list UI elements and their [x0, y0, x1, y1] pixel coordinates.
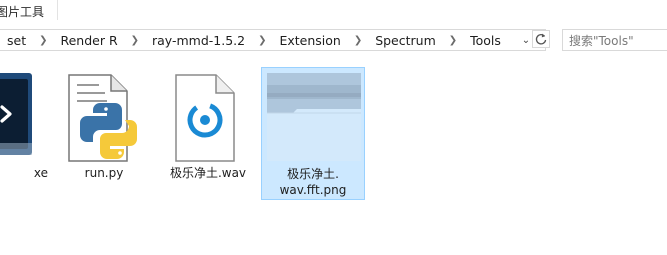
breadcrumb-item[interactable]: ray-mmd-1.5.2 [150, 33, 247, 48]
refresh-icon [535, 33, 547, 45]
navigation-bar: set ❯ Render R ❯ ray-mmd-1.5.2 ❯ Extensi… [0, 27, 667, 55]
file-item-exe[interactable]: xe [0, 67, 52, 200]
file-list: xe run.py 极乐净土.wav 极乐净土. wav.fft.png [0, 55, 667, 255]
ribbon-tab-strip: 图片工具 [0, 0, 667, 24]
file-name: 极乐净土.wav [169, 166, 247, 180]
search-box[interactable] [562, 29, 667, 51]
breadcrumb-separator-icon[interactable]: ❯ [32, 35, 54, 46]
python-file-icon [67, 73, 142, 167]
breadcrumb-separator-icon[interactable]: ❯ [347, 35, 369, 46]
breadcrumb: set ❯ Render R ❯ ray-mmd-1.5.2 ❯ Extensi… [5, 32, 503, 48]
breadcrumb-separator-icon[interactable]: ❯ [124, 35, 146, 46]
search-input[interactable] [569, 32, 667, 50]
file-item-wav[interactable]: 极乐净土.wav [156, 67, 260, 200]
exe-icon [0, 69, 36, 163]
picture-tools-tab[interactable]: 图片工具 [0, 3, 44, 20]
breadcrumb-item[interactable]: Spectrum [373, 33, 438, 48]
file-item-fft-png[interactable]: 极乐净土. wav.fft.png [261, 67, 365, 200]
address-bar[interactable]: set ❯ Render R ❯ ray-mmd-1.5.2 ❯ Extensi… [0, 29, 546, 51]
tab-divider [57, 0, 58, 20]
audio-file-icon [174, 73, 238, 167]
file-name: 极乐净土. wav.fft.png [262, 166, 364, 198]
breadcrumb-item[interactable]: Render R [58, 33, 119, 48]
breadcrumb-item-current[interactable]: Tools [468, 33, 503, 48]
file-name: run.py [84, 166, 124, 180]
refresh-button[interactable] [532, 30, 550, 48]
breadcrumb-separator-icon[interactable]: ❯ [251, 35, 273, 46]
file-name-line: 极乐净土. [287, 167, 339, 181]
breadcrumb-item[interactable]: Extension [277, 33, 342, 48]
file-name: xe [33, 166, 48, 180]
breadcrumb-separator-icon[interactable]: ❯ [442, 35, 464, 46]
image-thumbnail [267, 73, 361, 165]
breadcrumb-item[interactable]: set [5, 33, 28, 48]
file-name-line: wav.fft.png [279, 183, 347, 197]
file-item-run-py[interactable]: run.py [52, 67, 156, 200]
